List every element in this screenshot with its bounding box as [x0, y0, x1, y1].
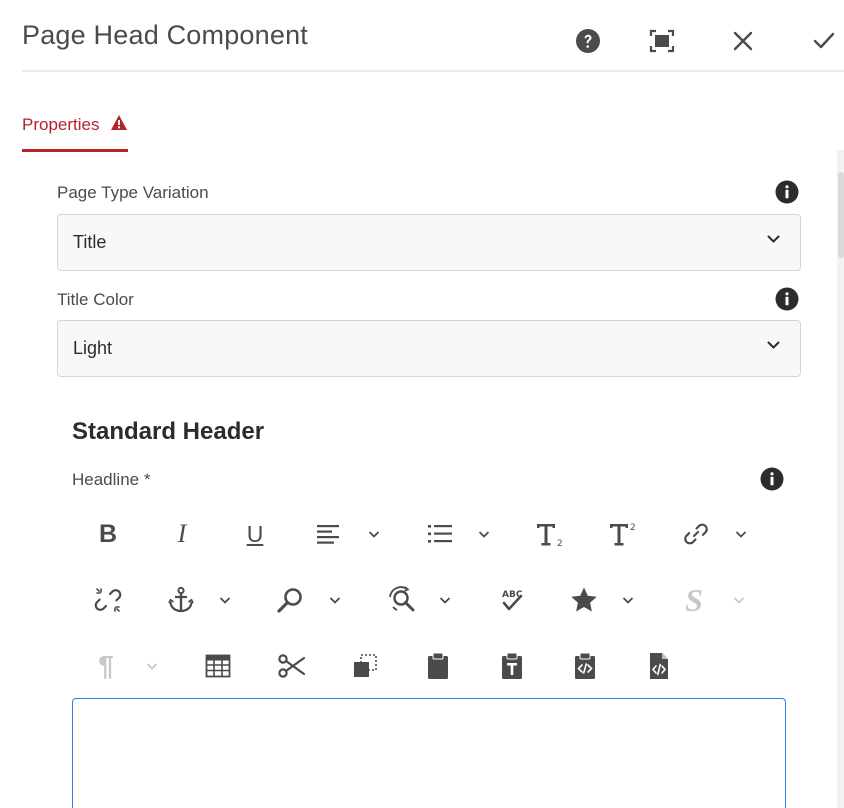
- paste-text-icon: [502, 652, 522, 679]
- svg-text:2: 2: [557, 539, 563, 547]
- page-type-value: Title: [73, 232, 107, 252]
- table-icon: [205, 654, 231, 678]
- title-color-select[interactable]: Light: [57, 320, 801, 377]
- source-code-icon: [650, 653, 668, 679]
- link-icon: [684, 523, 708, 545]
- section-heading: Standard Header: [72, 418, 265, 445]
- find-replace-icon: [389, 586, 415, 612]
- chevron-down-icon[interactable]: [732, 593, 746, 607]
- paragraph-format-button[interactable]: ¶: [90, 646, 122, 686]
- superscript-icon: 2: [610, 523, 636, 546]
- fullscreen-icon: [649, 29, 675, 53]
- chevron-down-icon[interactable]: [621, 593, 635, 607]
- chevron-down-icon: [767, 341, 780, 349]
- chevron-down-icon: [767, 235, 780, 243]
- italic-icon: I: [177, 519, 187, 548]
- special-chars-button[interactable]: [566, 580, 602, 620]
- chevron-down-icon[interactable]: [218, 593, 232, 607]
- subscript-icon: 2: [537, 524, 563, 547]
- underline-button[interactable]: U: [237, 514, 273, 554]
- copy-button[interactable]: [347, 646, 383, 686]
- info-icon[interactable]: [775, 287, 799, 311]
- scissors-icon: [278, 654, 306, 678]
- underline-icon: U: [246, 520, 264, 547]
- anchor-button[interactable]: [163, 580, 199, 620]
- copy-icon: [354, 654, 377, 677]
- headline-editor[interactable]: [72, 698, 786, 808]
- paste-as-text-button[interactable]: [494, 646, 530, 686]
- styles-button[interactable]: S: [676, 580, 712, 620]
- link-button[interactable]: [678, 514, 714, 554]
- chevron-down-icon[interactable]: [477, 527, 491, 541]
- chevron-down-icon[interactable]: [367, 527, 381, 541]
- unlink-button[interactable]: [90, 580, 126, 620]
- bold-icon: B: [98, 519, 118, 548]
- search-icon: [277, 588, 302, 613]
- chevron-down-icon[interactable]: [328, 593, 342, 607]
- justify-button[interactable]: [310, 514, 346, 554]
- subscript-button[interactable]: 2: [530, 514, 570, 554]
- close-icon: [733, 31, 753, 51]
- dialog: Page Head Component Properties Page Type…: [0, 0, 844, 808]
- help-button[interactable]: [571, 24, 605, 58]
- spellcheck-icon: ABC: [502, 590, 523, 611]
- clipboard-icon: [428, 652, 448, 679]
- tab-properties-label: Properties: [22, 115, 100, 134]
- title-color-label: Title Color: [57, 290, 134, 309]
- scrollbar-thumb[interactable]: [838, 172, 844, 258]
- dialog-title: Page Head Component: [22, 20, 308, 50]
- paste-code-icon: [575, 652, 595, 679]
- find-button[interactable]: [272, 580, 308, 620]
- alert-icon: [111, 115, 127, 130]
- fullscreen-button[interactable]: [645, 24, 679, 58]
- paste-button[interactable]: [420, 646, 456, 686]
- headline-label: Headline *: [72, 470, 151, 489]
- spellcheck-button[interactable]: ABC: [494, 580, 530, 620]
- tab-properties[interactable]: Properties: [22, 110, 128, 152]
- paste-wordhtml-button[interactable]: [567, 646, 603, 686]
- info-icon[interactable]: [760, 467, 784, 491]
- align-left-icon: [317, 525, 339, 544]
- list-button[interactable]: [422, 514, 458, 554]
- replace-button[interactable]: [383, 580, 419, 620]
- cut-button[interactable]: [274, 646, 310, 686]
- star-icon: [571, 587, 597, 612]
- checkmark-icon: [813, 32, 835, 49]
- done-button[interactable]: [807, 24, 841, 58]
- page-type-select[interactable]: Title: [57, 214, 801, 271]
- title-color-value: Light: [73, 338, 113, 358]
- help-icon: [576, 29, 600, 53]
- anchor-icon: [168, 586, 194, 613]
- italic-button[interactable]: I: [164, 514, 200, 554]
- source-edit-button[interactable]: [641, 646, 677, 686]
- styles-icon: S: [685, 581, 703, 618]
- chevron-down-icon[interactable]: [734, 527, 748, 541]
- chevron-down-icon[interactable]: [145, 659, 159, 673]
- table-button[interactable]: [200, 646, 236, 686]
- chevron-down-icon[interactable]: [438, 593, 452, 607]
- unlink-icon: [94, 588, 122, 612]
- dialog-header: Page Head Component: [22, 0, 844, 72]
- paragraph-icon: ¶: [98, 650, 114, 681]
- svg-text:2: 2: [630, 523, 636, 533]
- superscript-button[interactable]: 2: [603, 514, 643, 554]
- info-icon[interactable]: [775, 180, 799, 204]
- bold-button[interactable]: B: [90, 514, 126, 554]
- close-button[interactable]: [726, 24, 760, 58]
- page-type-label: Page Type Variation: [57, 183, 209, 202]
- list-icon: [428, 525, 452, 543]
